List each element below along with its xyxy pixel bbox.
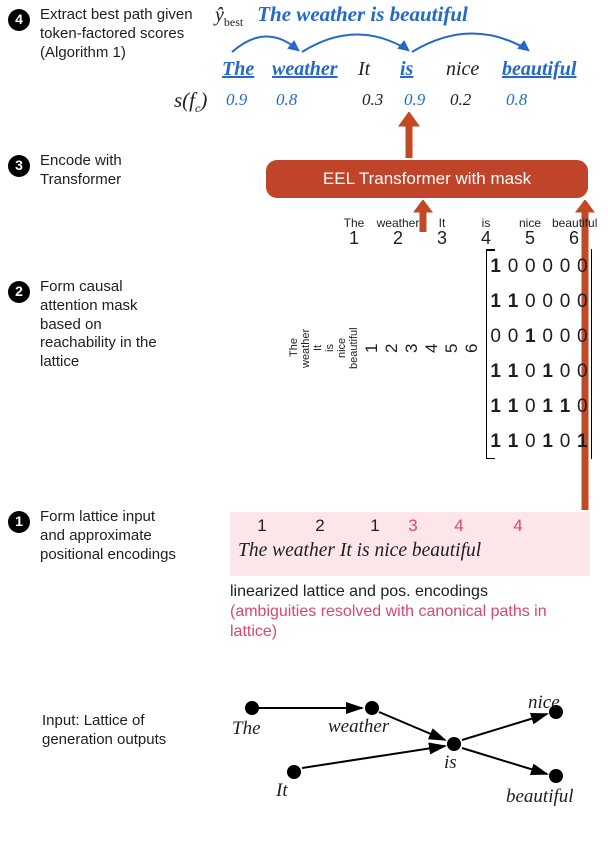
lattice-node-the: The: [232, 718, 261, 740]
lattice-node-beautiful: beautiful: [506, 786, 574, 808]
token-weather: weather: [272, 58, 338, 81]
arc-2: [296, 28, 416, 58]
arc-3: [406, 28, 536, 58]
arc-1: [226, 28, 306, 58]
lattice-node-it: It: [276, 780, 288, 802]
score-it: 0.3: [362, 90, 383, 110]
step-4-text: Extract best path given token-factored s…: [40, 6, 198, 62]
step-2-label: 2 Form causal attention mask based on re…: [8, 278, 178, 372]
token-nice: nice: [446, 58, 479, 81]
token-beautiful: beautiful: [502, 58, 576, 81]
step-3-text: Encode with Transformer: [40, 152, 198, 190]
input-label: Input: Lattice of generation outputs: [42, 712, 202, 750]
token-it: It: [358, 58, 370, 81]
score-is: 0.9: [404, 90, 425, 110]
caption-line-1: linearized lattice and pos. encodings: [230, 583, 488, 600]
score-beautiful: 0.8: [506, 90, 527, 110]
step-3-badge: 3: [8, 155, 30, 177]
best-output-row: ŷbest The weather is beautiful: [215, 2, 468, 30]
eel-transformer-box: EEL Transformer with mask: [266, 160, 588, 198]
caption-line-2: (ambiguities resolved with canonical pat…: [230, 603, 547, 640]
step-1-label: 1 Form lattice input and approximate pos…: [8, 508, 178, 564]
lattice-node-nice: nice: [528, 692, 560, 714]
step-2-badge: 2: [8, 281, 30, 303]
token-is: is: [400, 58, 413, 81]
lattice-node-is: is: [444, 752, 457, 774]
positional-encodings-row: 121344: [238, 516, 582, 536]
step-4-label: 4 Extract best path given token-factored…: [8, 6, 198, 62]
step-1-text: Form lattice input and approximate posit…: [40, 508, 178, 564]
linearized-caption: linearized lattice and pos. encodings (a…: [230, 582, 590, 642]
token-the: The: [222, 58, 254, 81]
arrow-eel-to-scores: [397, 112, 421, 160]
linearized-lattice-box: 121344 The weather It is nice beautiful: [230, 512, 590, 576]
matrix-col-nums: 123456: [332, 228, 592, 249]
step-1-badge: 1: [8, 511, 30, 533]
matrix-row-nums: 123456: [362, 249, 482, 447]
matrix-row-words: TheweatherItisnicebeautiful: [288, 249, 360, 447]
step-2-text: Form causal attention mask based on reac…: [40, 278, 178, 372]
score-the: 0.9: [226, 90, 247, 110]
attention-mask-matrix: TheweatherItisnicebeautiful 123456 Thewe…: [288, 216, 592, 459]
sfc-label: s(fc): [174, 88, 207, 116]
lattice-node-weather: weather: [328, 716, 389, 738]
linearized-sentence: The weather It is nice beautiful: [238, 540, 582, 562]
step-3-label: 3 Encode with Transformer: [8, 152, 198, 190]
score-weather: 0.8: [276, 90, 297, 110]
best-sentence: The weather is beautiful: [257, 2, 468, 27]
score-nice: 0.2: [450, 90, 471, 110]
yhat-symbol: ŷbest: [215, 4, 243, 30]
matrix-cells: 100000110000001000110100110110110101: [486, 249, 592, 459]
step-4-badge: 4: [8, 9, 30, 31]
